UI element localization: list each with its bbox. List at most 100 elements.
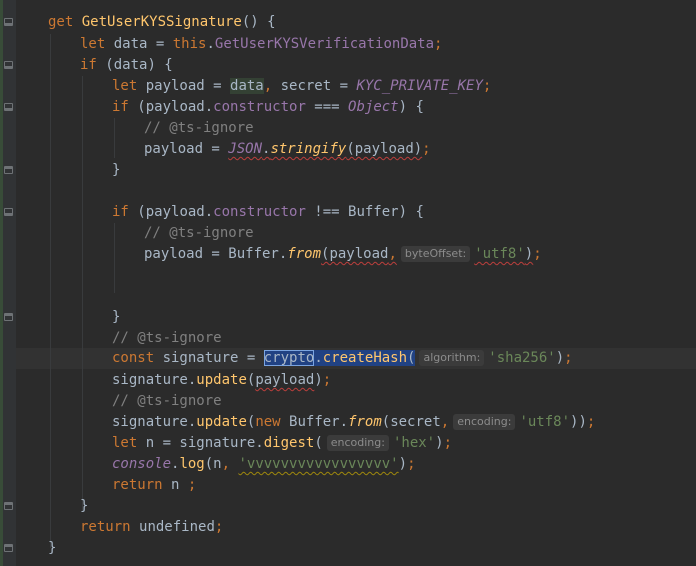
code-line-8: }: [112, 160, 120, 181]
code-line-21: let n = signature.digest(encoding:'hex')…: [112, 433, 452, 454]
code-comment: // @ts-ignore: [144, 225, 254, 241]
keyword-token: ;: [187, 477, 197, 493]
code-token: signature =: [162, 350, 264, 366]
code-token: n = signature.: [145, 435, 264, 451]
parameter-hint: algorithm:: [419, 350, 485, 366]
keyword-token: ,: [263, 78, 281, 94]
code-line-18: signature.update(payload);: [112, 370, 331, 391]
code-comment: // @ts-ignore: [112, 393, 222, 409]
keyword-token: new: [255, 414, 290, 430]
code-line-2: let data = this.GetUserKYSVerificationDa…: [80, 34, 442, 55]
code-token: ): [435, 435, 444, 451]
keyword-token: ,: [221, 456, 239, 472]
code-token: ): [524, 246, 534, 262]
code-token: (n: [204, 456, 222, 472]
selection-token: .: [314, 350, 323, 366]
code-line-7: payload = JSON.stringify(payload);: [144, 139, 431, 160]
keyword-token: if: [112, 204, 138, 220]
static-method: stringify: [270, 141, 347, 157]
code-token: (secret: [381, 414, 441, 430]
code-token: }: [112, 309, 121, 325]
code-token: () {: [241, 14, 276, 30]
keyword-token: if: [112, 99, 138, 115]
fold-expand-icon[interactable]: [4, 18, 13, 26]
code-line-3: if (data) {: [80, 55, 173, 76]
indent-guide: [114, 118, 115, 158]
code-line-11: // @ts-ignore: [144, 223, 254, 244]
code-token: ): [555, 350, 565, 366]
fold-collapse-icon[interactable]: [4, 544, 13, 552]
keyword-token: get: [48, 14, 82, 30]
string-literal: 'utf8': [474, 246, 525, 262]
code-line-12: payload = Buffer.from(payload, byteOffset…: [144, 244, 542, 265]
indent-guide: [82, 76, 83, 511]
code-token: Buffer.: [289, 414, 349, 430]
keyword-token: ;: [443, 435, 452, 451]
parameter-hint: byteOffset:: [400, 246, 471, 262]
code-line-4: let payload = data, secret = KYC_PRIVATE…: [112, 76, 491, 97]
property-token: constructor: [213, 99, 306, 115]
code-token: data =: [113, 36, 173, 52]
string-literal: 'utf8': [519, 414, 571, 430]
keyword-token: return: [112, 477, 172, 493]
constant-token: KYC_PRIVATE_KEY: [356, 78, 483, 94]
code-line-5: if (payload.constructor === Object) {: [112, 97, 424, 118]
code-token: ===: [305, 99, 349, 115]
code-token: payload = Buffer.: [144, 246, 288, 262]
code-token: !== Buffer) {: [305, 204, 424, 220]
keyword-token: if: [80, 57, 106, 73]
code-token: n: [171, 477, 188, 493]
code-line-24: }: [80, 496, 88, 517]
typo-underlined-string: 'vvvvvvvvvvvvvvvvv': [238, 456, 399, 472]
fold-collapse-icon[interactable]: [4, 502, 13, 510]
static-method: from: [287, 246, 322, 262]
code-token: ): [398, 456, 408, 472]
selected-function-name: createHash: [322, 350, 408, 366]
fold-expand-icon[interactable]: [4, 208, 13, 216]
code-token: (payload.: [137, 99, 214, 115]
code-line-19: // @ts-ignore: [112, 391, 222, 412]
code-token: (: [314, 435, 323, 451]
keyword-token: let: [80, 36, 114, 52]
string-literal: 'sha256': [488, 350, 556, 366]
code-token: ): [314, 372, 323, 388]
code-token: }: [48, 540, 57, 556]
code-line-26: }: [48, 538, 56, 559]
property-token: GetUserKYSVerificationData: [214, 36, 435, 52]
code-token: undefined: [139, 519, 215, 535]
fold-expand-icon[interactable]: [4, 103, 13, 111]
code-token: secret =: [280, 78, 357, 94]
parameter-hint: encoding:: [453, 414, 516, 430]
code-line-16: // @ts-ignore: [112, 328, 222, 349]
code-line-1: get GetUserKYSSignature() {: [48, 12, 276, 33]
fold-collapse-icon[interactable]: [4, 166, 13, 174]
keyword-token: ;: [482, 78, 492, 94]
property-token: constructor: [213, 204, 306, 220]
identifier-usage-highlight: data: [230, 78, 264, 94]
code-editor[interactable]: get GetUserKYSSignature() {let data = th…: [0, 0, 696, 566]
code-line-10: if (payload.constructor !== Buffer) {: [112, 202, 424, 223]
keyword-token: ;: [214, 519, 224, 535]
code-token: (payload: [321, 246, 389, 262]
indent-guide: [50, 34, 51, 548]
code-line-25: return undefined;: [80, 517, 223, 538]
keyword-token: ;: [586, 414, 596, 430]
editor-gutter[interactable]: [0, 0, 16, 566]
code-token: payload =: [144, 141, 229, 157]
fold-expand-icon[interactable]: [4, 61, 13, 69]
keyword-token: ,: [388, 246, 397, 262]
keyword-token: ;: [434, 36, 443, 52]
code-token: (data) {: [105, 57, 173, 73]
keyword-token: ;: [533, 246, 542, 262]
keyword-token: let: [112, 435, 146, 451]
keyword-token: ;: [422, 141, 431, 157]
function-name: update: [196, 372, 247, 388]
fold-collapse-icon[interactable]: [4, 313, 13, 321]
function-name: GetUserKYSSignature: [81, 14, 242, 30]
code-token: ) {: [398, 99, 424, 115]
code-line-23: return n ;: [112, 475, 196, 496]
code-line-20: signature.update(new Buffer.from(secret,…: [112, 412, 595, 433]
keyword-token: let: [112, 78, 146, 94]
code-token: (payload): [346, 141, 423, 157]
keyword-token: const: [112, 350, 163, 366]
